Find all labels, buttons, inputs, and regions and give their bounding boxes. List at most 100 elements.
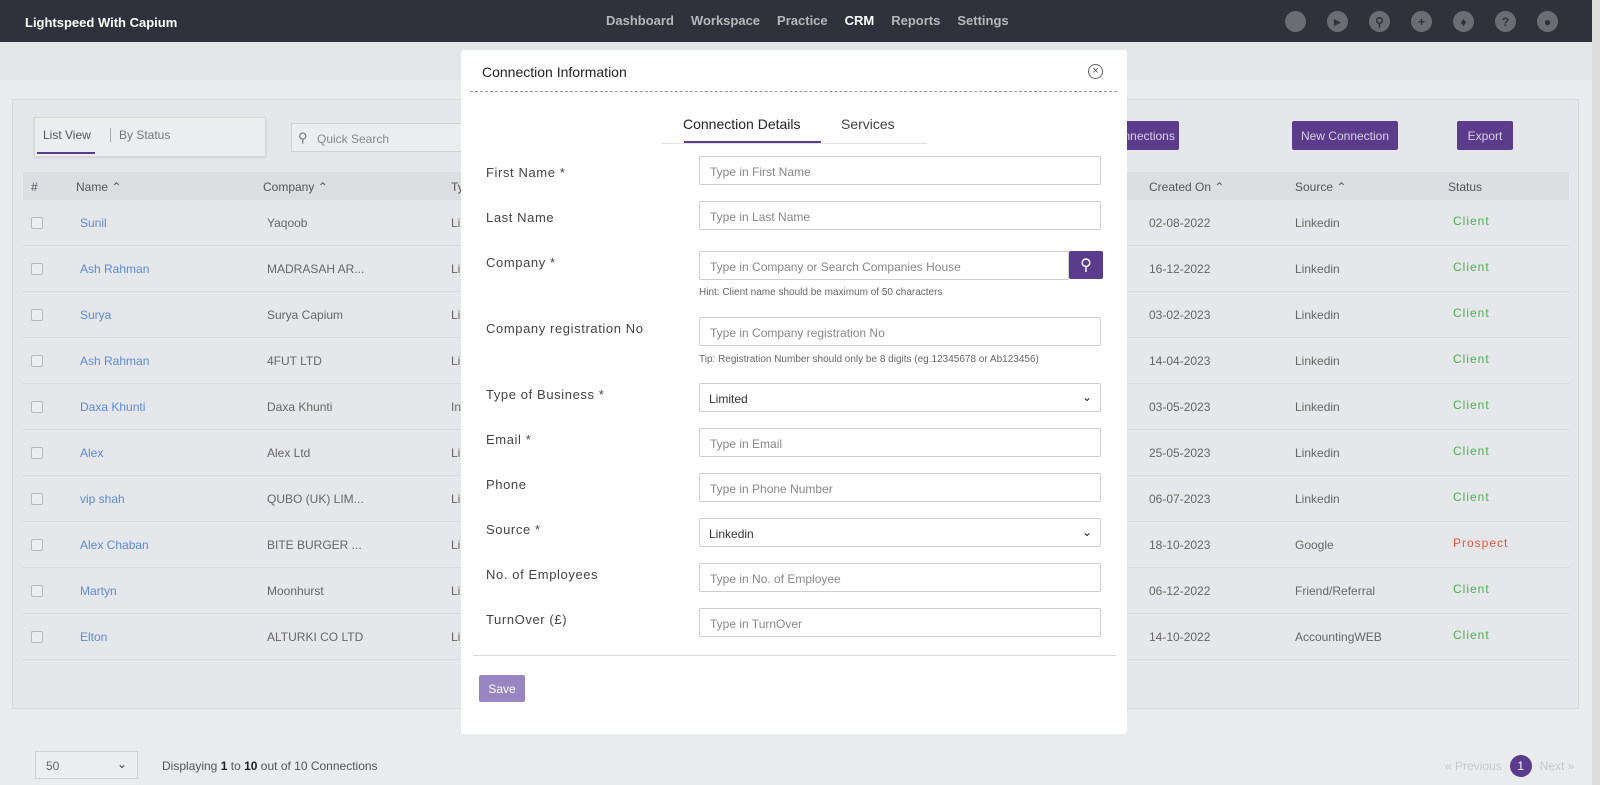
- row-name-link[interactable]: Alex Chaban: [80, 538, 149, 552]
- status-icon[interactable]: [1285, 11, 1306, 32]
- row-name-link[interactable]: Sunil: [80, 216, 107, 230]
- chevron-down-icon: ⌄: [1081, 390, 1092, 404]
- email-field[interactable]: Type in Email: [699, 428, 1101, 457]
- close-icon[interactable]: ×: [1088, 64, 1103, 79]
- displaying-prefix: Displaying: [162, 759, 218, 773]
- row-checkbox[interactable]: [31, 447, 43, 459]
- displaying-from: 1: [220, 759, 228, 773]
- row-type: Li: [451, 492, 461, 506]
- company-reg-field[interactable]: Type in Company registration No: [699, 317, 1101, 346]
- tab-services[interactable]: Services: [841, 116, 895, 132]
- help-icon[interactable]: ?: [1495, 11, 1516, 32]
- tag-icon[interactable]: ♦: [1453, 11, 1474, 32]
- last-name-field[interactable]: Type in Last Name: [699, 201, 1101, 230]
- row-checkbox[interactable]: [31, 401, 43, 413]
- row-name-link[interactable]: Martyn: [80, 584, 117, 598]
- company-field[interactable]: Type in Company or Search Companies Hous…: [699, 251, 1069, 280]
- by-status-tab[interactable]: By Status: [110, 128, 170, 142]
- modal-footer-divider: [473, 655, 1116, 656]
- row-source: Linkedin: [1295, 446, 1340, 460]
- nav-workspace[interactable]: Workspace: [691, 13, 760, 28]
- page-1-button[interactable]: 1: [1509, 755, 1532, 777]
- search-icon[interactable]: ⚲: [1369, 11, 1390, 32]
- active-view-indicator: [37, 152, 95, 154]
- last-name-label: Last Name: [486, 210, 555, 225]
- row-type: Li: [451, 538, 461, 552]
- displaying-to-word: to: [230, 759, 241, 773]
- employees-label: No. of Employees: [486, 567, 599, 582]
- user-icon[interactable]: ●: [1537, 11, 1558, 32]
- source-label: Source *: [486, 522, 541, 537]
- page-size-select[interactable]: 50 ⌄: [35, 751, 138, 779]
- app-title[interactable]: Lightspeed With Capium: [25, 15, 177, 30]
- list-view-tab[interactable]: List View: [43, 128, 91, 142]
- row-company: Moonhurst: [267, 584, 324, 598]
- chevron-down-icon: ⌄: [116, 757, 127, 771]
- status-badge: Client: [1453, 444, 1490, 458]
- row-checkbox[interactable]: [31, 309, 43, 321]
- row-created-on: 02-08-2022: [1149, 216, 1211, 230]
- row-source: Linkedin: [1295, 262, 1340, 276]
- col-source-label: Source: [1295, 180, 1334, 194]
- nav-icons: ► ⚲ + ♦ ? ●: [1285, 11, 1558, 32]
- row-type: In: [451, 400, 462, 414]
- row-name-link[interactable]: Alex: [80, 446, 103, 460]
- row-created-on: 16-12-2022: [1149, 262, 1211, 276]
- col-name-label: Name: [76, 180, 109, 194]
- row-created-on: 03-02-2023: [1149, 308, 1211, 322]
- tab-connection-details[interactable]: Connection Details: [683, 116, 801, 132]
- row-checkbox[interactable]: [31, 585, 43, 597]
- col-created[interactable]: Created On ⌃: [1149, 180, 1224, 194]
- next-page-link[interactable]: Next »: [1540, 759, 1575, 773]
- save-button[interactable]: Save: [479, 675, 525, 702]
- status-badge: Client: [1453, 398, 1490, 412]
- row-checkbox[interactable]: [31, 539, 43, 551]
- top-navbar: Lightspeed With Capium Dashboard Workspa…: [0, 0, 1592, 42]
- col-name[interactable]: Name ⌃: [76, 180, 121, 194]
- first-name-field[interactable]: Type in First Name: [699, 156, 1101, 185]
- row-name-link[interactable]: Ash Rahman: [80, 354, 149, 368]
- nav-settings[interactable]: Settings: [957, 13, 1008, 28]
- new-connection-button[interactable]: New Connection: [1292, 121, 1398, 150]
- nav-reports[interactable]: Reports: [891, 13, 940, 28]
- first-name-label: First Name *: [486, 165, 566, 180]
- row-checkbox[interactable]: [31, 355, 43, 367]
- row-type: Li: [451, 216, 461, 230]
- row-company: 4FUT LTD: [267, 354, 322, 368]
- nav-crm[interactable]: CRM: [845, 13, 875, 28]
- status-badge: Client: [1453, 214, 1490, 228]
- col-created-label: Created On: [1149, 180, 1212, 194]
- row-checkbox[interactable]: [31, 631, 43, 643]
- export-button[interactable]: Export: [1457, 121, 1513, 150]
- col-source[interactable]: Source ⌃: [1295, 180, 1346, 194]
- row-name-link[interactable]: Surya: [80, 308, 111, 322]
- row-checkbox[interactable]: [31, 263, 43, 275]
- row-name-link[interactable]: Elton: [80, 630, 107, 644]
- row-company: Surya Capium: [267, 308, 344, 322]
- search-icon: ⚲: [298, 130, 308, 145]
- row-name-link[interactable]: Ash Rahman: [80, 262, 149, 276]
- previous-page-link[interactable]: « Previous: [1445, 759, 1502, 773]
- phone-field[interactable]: Type in Phone Number: [699, 473, 1101, 502]
- megaphone-icon[interactable]: ►: [1327, 11, 1348, 32]
- row-type: Li: [451, 308, 461, 322]
- row-checkbox[interactable]: [31, 493, 43, 505]
- source-select[interactable]: Linkedin ⌄: [699, 518, 1101, 547]
- quick-search-input[interactable]: ⚲ Quick Search: [291, 123, 463, 152]
- col-company[interactable]: Company ⌃: [263, 180, 328, 194]
- employees-field[interactable]: Type in No. of Employee: [699, 563, 1101, 592]
- row-name-link[interactable]: Daxa Khunti: [80, 400, 145, 414]
- nav-practice[interactable]: Practice: [777, 13, 828, 28]
- nav-dashboard[interactable]: Dashboard: [606, 13, 674, 28]
- type-of-business-select[interactable]: Limited ⌄: [699, 383, 1101, 412]
- page-scrollbar[interactable]: [1592, 0, 1600, 785]
- row-name-link[interactable]: vip shah: [80, 492, 125, 506]
- active-tab-indicator: [684, 141, 821, 143]
- company-search-button[interactable]: ⚲: [1069, 251, 1103, 279]
- turnover-field[interactable]: Type in TurnOver: [699, 608, 1101, 637]
- row-source: Linkedin: [1295, 354, 1340, 368]
- plus-icon[interactable]: +: [1411, 11, 1432, 32]
- row-checkbox[interactable]: [31, 217, 43, 229]
- modal-title: Connection Information: [482, 64, 627, 80]
- row-company: ALTURKI CO LTD: [267, 630, 364, 644]
